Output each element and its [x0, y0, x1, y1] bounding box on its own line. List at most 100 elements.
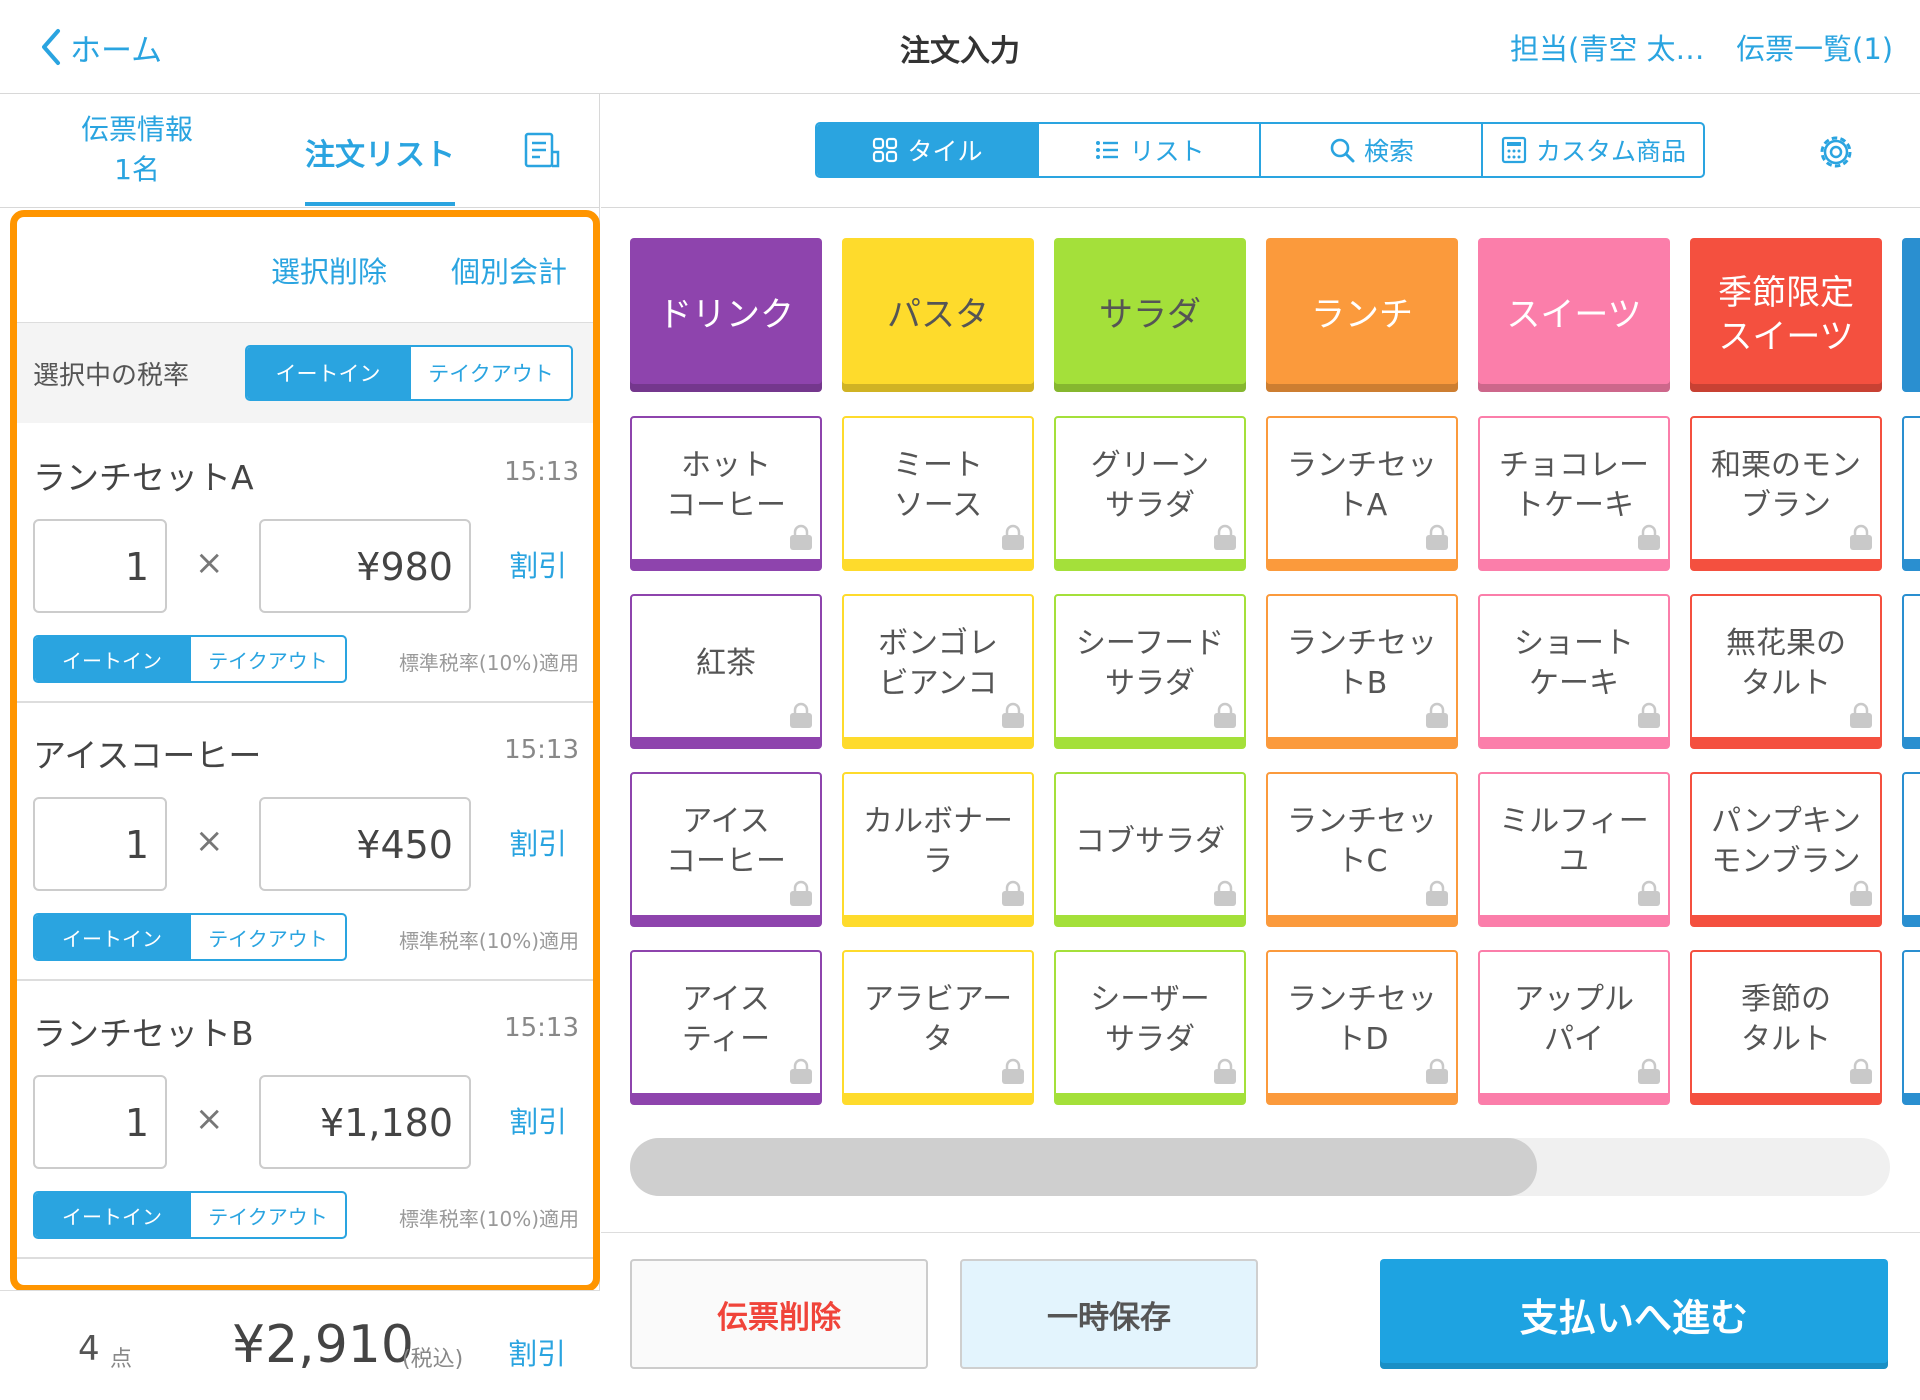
- split-bill-button[interactable]: 個別会計: [451, 249, 567, 291]
- product-tile[interactable]: ランチセッ トA: [1266, 416, 1458, 571]
- item-time: 15:13: [504, 735, 579, 765]
- tab-order-list[interactable]: 注文リスト: [305, 130, 455, 174]
- delete-selected-button[interactable]: 選択削除: [271, 249, 387, 291]
- category-tile[interactable]: スイーツ: [1478, 238, 1670, 392]
- order-item[interactable]: ランチセットA 15:13 1 × ¥980 割引 イートイン テイクアウト 標…: [17, 425, 593, 703]
- next-column-tile-edge[interactable]: [1902, 772, 1920, 927]
- back-label: ホーム: [70, 32, 163, 69]
- product-tile[interactable]: ホット コーヒー: [630, 416, 822, 571]
- order-list-panel: 伝票情報 1名 注文リスト 選択削除 個別会計 選択中の税率 イートイン テイク…: [0, 94, 600, 1400]
- next-column-tile-edge[interactable]: [1902, 950, 1920, 1105]
- product-tile[interactable]: カルボナー ラ: [842, 772, 1034, 927]
- receipt-icon[interactable]: [522, 130, 562, 170]
- quantity-field[interactable]: 1: [33, 1075, 167, 1169]
- product-tile[interactable]: ミルフィー ユ: [1478, 772, 1670, 927]
- item-time: 15:13: [504, 1013, 579, 1043]
- item-tax-toggle: イートイン テイクアウト: [33, 913, 347, 961]
- product-name: アップル パイ: [1514, 981, 1634, 1057]
- tax-takeout-option[interactable]: テイクアウト: [409, 347, 571, 399]
- tax-eat-in-option[interactable]: イートイン: [247, 347, 409, 399]
- product-tile[interactable]: コブサラダ: [1054, 772, 1246, 927]
- product-tile[interactable]: 紅茶: [630, 594, 822, 749]
- item-discount-button[interactable]: 割引: [509, 1099, 567, 1141]
- product-name: ボンゴレ ビアンコ: [878, 625, 998, 701]
- next-column-tile-edge[interactable]: [1902, 416, 1920, 571]
- product-name: シーフード サラダ: [1075, 625, 1225, 701]
- category-tile[interactable]: 季節限定 スイーツ: [1690, 238, 1882, 392]
- view-tab-custom-item-label: カスタム商品: [1535, 137, 1686, 166]
- product-tile[interactable]: ランチセッ トC: [1266, 772, 1458, 927]
- total-amount: ¥2,910: [232, 1315, 414, 1375]
- gear-icon[interactable]: [1814, 130, 1858, 174]
- product-tile[interactable]: アイス ティー: [630, 950, 822, 1105]
- next-column-tile-edge[interactable]: [1902, 238, 1920, 392]
- price-field[interactable]: ¥1,180: [259, 1075, 471, 1169]
- item-eat-in-option[interactable]: イートイン: [35, 915, 189, 959]
- takeout-bag-icon: [1211, 879, 1239, 907]
- view-tab-search[interactable]: 検索: [1259, 124, 1481, 176]
- item-discount-button[interactable]: 割引: [509, 821, 567, 863]
- item-takeout-option[interactable]: テイクアウト: [189, 1193, 345, 1237]
- search-icon: [1330, 138, 1355, 163]
- takeout-bag-icon: [999, 1057, 1027, 1085]
- product-tile[interactable]: チョコレー トケーキ: [1478, 416, 1670, 571]
- view-tab-tile[interactable]: タイル: [817, 124, 1037, 176]
- product-name: シーザー サラダ: [1090, 981, 1210, 1057]
- category-tile[interactable]: ランチ: [1266, 238, 1458, 392]
- product-name: ショート ケーキ: [1514, 625, 1634, 701]
- takeout-bag-icon: [1635, 1057, 1663, 1085]
- category-tile[interactable]: ドリンク: [630, 238, 822, 392]
- staff-button[interactable]: 担当(青空 太…: [1510, 26, 1705, 68]
- product-tile[interactable]: 和栗のモン ブラン: [1690, 416, 1882, 571]
- item-eat-in-option[interactable]: イートイン: [35, 637, 189, 681]
- category-tile[interactable]: パスタ: [842, 238, 1034, 392]
- product-tile[interactable]: アラビアー タ: [842, 950, 1034, 1105]
- view-tab-tile-label: タイル: [907, 137, 983, 166]
- tile-scrollbar[interactable]: [630, 1138, 1890, 1196]
- product-name: アイス ティー: [681, 981, 771, 1057]
- total-discount-button[interactable]: 割引: [508, 1331, 566, 1373]
- product-tile[interactable]: ランチセッ トB: [1266, 594, 1458, 749]
- product-tile[interactable]: アイス コーヒー: [630, 772, 822, 927]
- tab-slip-info[interactable]: 伝票情報 1名: [60, 110, 214, 190]
- product-tile[interactable]: ミート ソース: [842, 416, 1034, 571]
- item-takeout-option[interactable]: テイクアウト: [189, 915, 345, 959]
- hold-button[interactable]: 一時保存: [960, 1259, 1258, 1369]
- item-tax-toggle: イートイン テイクアウト: [33, 1191, 347, 1239]
- product-tile[interactable]: シーザー サラダ: [1054, 950, 1246, 1105]
- next-column-tile-edge[interactable]: [1902, 594, 1920, 749]
- price-field[interactable]: ¥450: [259, 797, 471, 891]
- view-tab-custom-item[interactable]: カスタム商品: [1481, 124, 1703, 176]
- product-tile[interactable]: グリーン サラダ: [1054, 416, 1246, 571]
- product-tile[interactable]: パンプキン モンブラン: [1690, 772, 1882, 927]
- product-tile[interactable]: ボンゴレ ビアンコ: [842, 594, 1034, 749]
- quantity-field[interactable]: 1: [33, 519, 167, 613]
- item-discount-button[interactable]: 割引: [509, 543, 567, 585]
- view-bar: タイル リスト 検索 カスタム商品: [601, 94, 1920, 208]
- slip-list-button[interactable]: 伝票一覧(1): [1736, 26, 1893, 68]
- back-home-button[interactable]: ホーム: [38, 22, 162, 72]
- product-name: チョコレー トケーキ: [1499, 447, 1649, 523]
- view-tab-list[interactable]: リスト: [1037, 124, 1259, 176]
- tile-scroll-thumb[interactable]: [630, 1138, 1538, 1196]
- takeout-bag-icon: [1211, 523, 1239, 551]
- order-item[interactable]: ランチセットB 15:13 1 × ¥1,180 割引 イートイン テイクアウト…: [17, 981, 593, 1259]
- quantity-field[interactable]: 1: [33, 797, 167, 891]
- item-takeout-option[interactable]: テイクアウト: [189, 637, 345, 681]
- product-tile[interactable]: ランチセッ トD: [1266, 950, 1458, 1105]
- item-eat-in-option[interactable]: イートイン: [35, 1193, 189, 1237]
- product-tile[interactable]: 季節の タルト: [1690, 950, 1882, 1105]
- product-name: ランチセッ トD: [1287, 981, 1437, 1057]
- product-name: ホット コーヒー: [666, 447, 786, 523]
- product-tile[interactable]: 無花果の タルト: [1690, 594, 1882, 749]
- item-name: アイスコーヒー: [33, 736, 262, 775]
- product-tile[interactable]: アップル パイ: [1478, 950, 1670, 1105]
- category-tile[interactable]: サラダ: [1054, 238, 1246, 392]
- order-item[interactable]: アイスコーヒー 15:13 1 × ¥450 割引 イートイン テイクアウト 標…: [17, 703, 593, 981]
- proceed-to-payment-button[interactable]: 支払いへ進む: [1380, 1259, 1888, 1369]
- delete-slip-button[interactable]: 伝票削除: [630, 1259, 928, 1369]
- product-tile[interactable]: ショート ケーキ: [1478, 594, 1670, 749]
- price-field[interactable]: ¥980: [259, 519, 471, 613]
- takeout-bag-icon: [1211, 1057, 1239, 1085]
- product-tile[interactable]: シーフード サラダ: [1054, 594, 1246, 749]
